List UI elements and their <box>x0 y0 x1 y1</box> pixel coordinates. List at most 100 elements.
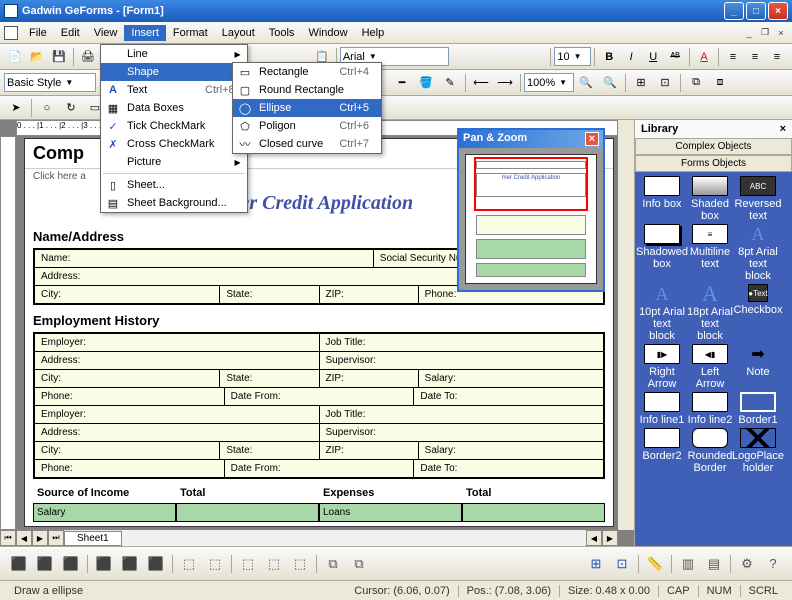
insert-text[interactable]: ATextCtrl+8 <box>101 81 247 99</box>
style-dropdown[interactable]: Basic Style ▼ <box>4 73 96 92</box>
lib-item-leftarrow[interactable]: ◀▮Left Arrow <box>687 344 733 390</box>
align-left-button[interactable]: ≡ <box>723 46 743 68</box>
fontsize-dropdown[interactable]: 10 ▼ <box>554 47 591 66</box>
options-button[interactable]: ⚙ <box>736 553 758 575</box>
insert-sheet[interactable]: ▯Sheet... <box>101 176 247 194</box>
lib-item-infoline2[interactable]: Info line2 <box>687 392 733 426</box>
print-button[interactable]: 🖨 <box>78 46 98 68</box>
lib-item-shadedbox[interactable]: Shaded box <box>687 176 733 222</box>
align-bottom-button[interactable]: ⬛ <box>145 553 167 575</box>
library-tab-complex[interactable]: Complex Objects <box>635 138 792 155</box>
strike-button[interactable]: ᴬᴮ <box>665 46 685 68</box>
menu-insert[interactable]: Insert <box>124 25 166 41</box>
insert-shape[interactable]: Shape▶ <box>101 63 247 81</box>
menu-window[interactable]: Window <box>301 25 354 41</box>
panzoom-preview[interactable]: mer Credit Application <box>465 154 597 284</box>
fillcolor-button[interactable]: 🪣 <box>415 72 437 94</box>
ungroup-button[interactable]: ⧈ <box>709 72 731 94</box>
lib-item-multiline[interactable]: ≡Multiline text <box>687 224 733 282</box>
align-center-button[interactable]: ≡ <box>745 46 765 68</box>
scroll-first-button[interactable]: ⏮ <box>0 530 16 546</box>
close-button[interactable]: × <box>768 2 788 20</box>
shape-curve[interactable]: 〰Closed curveCtrl+7 <box>233 135 381 153</box>
bold-button[interactable]: B <box>599 46 619 68</box>
shape-polygon[interactable]: ⬠PoligonCtrl+6 <box>233 117 381 135</box>
lineweight-button[interactable]: ━ <box>391 72 413 94</box>
scroll-last-button[interactable]: ⏭ <box>48 530 64 546</box>
lib-item-shadowbox[interactable]: Shadowed box <box>639 224 685 282</box>
lib-item-border1[interactable]: Border1 <box>735 392 781 426</box>
grid-toggle-button[interactable]: ⊞ <box>585 553 607 575</box>
panzoom-window[interactable]: Pan & Zoom × mer Credit Application <box>457 128 605 292</box>
lib-item-note[interactable]: ➡Note <box>735 344 781 390</box>
mdi-restore[interactable]: ❐ <box>758 26 772 40</box>
arrow-start-button[interactable]: ⟵ <box>470 72 492 94</box>
insert-cross[interactable]: ✗Cross CheckMark <box>101 135 247 153</box>
insert-line[interactable]: Line▶ <box>101 45 247 63</box>
fontcolor-button[interactable]: A <box>694 46 714 68</box>
align-center-h-button[interactable]: ⬛ <box>34 553 56 575</box>
align-left-button[interactable]: ⬛ <box>8 553 30 575</box>
panzoom-titlebar[interactable]: Pan & Zoom × <box>459 130 603 148</box>
grid-button[interactable]: ⊞ <box>630 72 652 94</box>
maximize-button[interactable]: □ <box>746 2 766 20</box>
menu-file[interactable]: File <box>22 25 54 41</box>
menu-layout[interactable]: Layout <box>215 25 262 41</box>
linecolor-button[interactable]: ✎ <box>439 72 461 94</box>
zoom-out-button[interactable]: 🔍 <box>599 72 621 94</box>
vlayout-button[interactable]: ▥ <box>677 553 699 575</box>
mdi-minimize[interactable]: _ <box>742 26 756 40</box>
lib-item-rightarrow[interactable]: ▮▶Right Arrow <box>639 344 685 390</box>
lib-item-10pt[interactable]: A10pt Arial text block <box>639 284 685 342</box>
align-right-button[interactable]: ⬛ <box>60 553 82 575</box>
menu-tools[interactable]: Tools <box>262 25 302 41</box>
shape-rectangle[interactable]: ▭RectangleCtrl+4 <box>233 63 381 81</box>
scrollbar-vertical[interactable] <box>618 120 634 530</box>
circle-tool[interactable]: ○ <box>36 97 58 119</box>
same-width-button[interactable]: ⬚ <box>237 553 259 575</box>
same-height-button[interactable]: ⬚ <box>263 553 285 575</box>
lib-item-infobox[interactable]: Info box <box>639 176 685 222</box>
open-button[interactable]: 📂 <box>27 46 47 68</box>
scroll-next-button[interactable]: ▶ <box>32 530 48 546</box>
hlayout-button[interactable]: ▤ <box>703 553 725 575</box>
lib-item-reversedtext[interactable]: ABCReversed text <box>735 176 781 222</box>
ruler-toggle-button[interactable]: 📏 <box>644 553 666 575</box>
save-button[interactable]: 💾 <box>49 46 69 68</box>
align-right-button[interactable]: ≡ <box>767 46 787 68</box>
menu-help[interactable]: Help <box>355 25 392 41</box>
new-button[interactable]: 📄 <box>5 46 25 68</box>
insert-picture[interactable]: Picture▶ <box>101 153 247 171</box>
scroll-track[interactable] <box>122 530 586 546</box>
mdi-close[interactable]: × <box>774 26 788 40</box>
scroll-left-button[interactable]: ◀ <box>586 530 602 546</box>
sheet-tab[interactable]: Sheet1 <box>64 531 122 546</box>
scroll-prev-button[interactable]: ◀ <box>16 530 32 546</box>
lib-item-18pt[interactable]: A18pt Arial text block <box>687 284 733 342</box>
italic-button[interactable]: I <box>621 46 641 68</box>
align-top-button[interactable]: ⬛ <box>93 553 115 575</box>
library-close-button[interactable]: × <box>780 123 786 135</box>
menu-view[interactable]: View <box>87 25 125 41</box>
distribute-v-button[interactable]: ⬚ <box>204 553 226 575</box>
snap-toggle-button[interactable]: ⊡ <box>611 553 633 575</box>
align-middle-button[interactable]: ⬛ <box>119 553 141 575</box>
arrow-end-button[interactable]: ⟶ <box>494 72 516 94</box>
insert-tick[interactable]: ✓Tick CheckMark <box>101 117 247 135</box>
lib-item-border2[interactable]: Border2 <box>639 428 685 474</box>
group-button[interactable]: ⧉ <box>685 72 707 94</box>
help-button[interactable]: ? <box>762 553 784 575</box>
shape-roundrect[interactable]: ▢Round Rectangle <box>233 81 381 99</box>
panzoom-close-button[interactable]: × <box>585 132 599 146</box>
shape-ellipse[interactable]: ◯EllipseCtrl+5 <box>233 99 381 117</box>
menu-edit[interactable]: Edit <box>54 25 87 41</box>
insert-sheetbg[interactable]: ▤Sheet Background... <box>101 194 247 212</box>
lib-item-infoline1[interactable]: Info line1 <box>639 392 685 426</box>
pointer-tool[interactable]: ➤ <box>5 97 27 119</box>
menu-format[interactable]: Format <box>166 25 215 41</box>
bring-front-button[interactable]: ⧉ <box>322 553 344 575</box>
zoom-in-button[interactable]: 🔍 <box>575 72 597 94</box>
rotate-tool[interactable]: ↻ <box>60 97 82 119</box>
send-back-button[interactable]: ⧉ <box>348 553 370 575</box>
lib-item-8pt[interactable]: A8pt Arial text block <box>735 224 781 282</box>
